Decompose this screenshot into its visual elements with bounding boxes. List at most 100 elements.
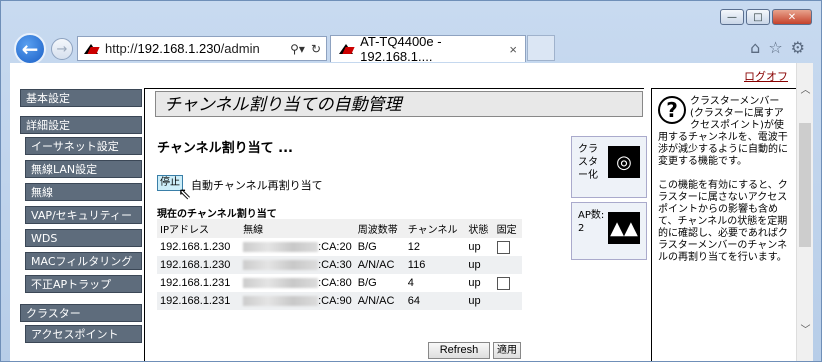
cell-fixed xyxy=(494,274,522,292)
arrow-right-icon: → xyxy=(56,41,68,57)
close-window-button[interactable]: ✕ xyxy=(772,9,812,25)
redacted-mac xyxy=(243,242,319,253)
tab-title: AT-TQ4400e - 192.168.1.... xyxy=(360,34,442,64)
col-fixed: 固定 xyxy=(493,219,522,238)
cell-status: up xyxy=(465,256,494,274)
sidebar-cluster[interactable]: クラスター xyxy=(20,304,142,322)
cluster-label: クラスター化 xyxy=(578,144,598,181)
page-title: チャンネル割り当ての自動管理 xyxy=(155,91,643,117)
ap-count-card: AP数: 2 ▲▲ xyxy=(571,202,647,260)
search-icon[interactable]: ⚲▾ xyxy=(290,42,305,56)
section-heading: チャンネル割り当て ... xyxy=(157,141,293,156)
new-tab-button[interactable] xyxy=(527,35,555,61)
page-content: ログオフ 基本設定 詳細設定 イーサネット設定 無線LAN設定 無線 VAP/セ… xyxy=(10,63,796,361)
cell-band: B/G xyxy=(357,241,377,253)
col-status: 状態 xyxy=(465,219,494,238)
sidebar-item-wireless[interactable]: 無線 xyxy=(25,183,142,201)
table-row: 192.168.1.230 :CA:20 B/G 12 up xyxy=(157,238,522,256)
mouse-cursor-icon: ⇖ xyxy=(178,184,192,203)
site-logo-icon xyxy=(339,44,354,54)
refresh-icon[interactable]: ↻ xyxy=(311,42,321,56)
cell-band: A/N/AC xyxy=(354,256,405,274)
cell-channel: 116 xyxy=(404,256,466,274)
ap-count-label: AP数: 2 xyxy=(578,210,605,234)
favorites-star-icon[interactable]: ☆ xyxy=(768,38,782,57)
sidebar-item-mac-filter[interactable]: MACフィルタリング xyxy=(25,252,142,270)
window-controls: — □ ✕ xyxy=(720,9,812,25)
site-logo-icon xyxy=(84,43,100,54)
sidebar-item-rogue-ap[interactable]: 不正APトラップ xyxy=(25,275,142,293)
help-question-icon: ? xyxy=(658,96,686,124)
forward-button[interactable]: → xyxy=(51,38,73,60)
current-assignment-heading: 現在のチャンネル割り当て xyxy=(157,209,277,220)
table-row: 192.168.1.231 :CA:80 B/G 4 up xyxy=(157,274,522,292)
cell-radio: :CA:80 xyxy=(240,274,355,292)
logout-link[interactable]: ログオフ xyxy=(744,68,788,84)
fixed-checkbox[interactable] xyxy=(496,276,510,290)
cell-fixed xyxy=(493,292,522,310)
channel-table: IPアドレス 無線 周波数帯 チャンネル 状態 固定 192.168.1.230… xyxy=(157,219,522,310)
cell-channel: 4 xyxy=(407,277,414,289)
cell-band: B/G xyxy=(357,277,377,289)
browser-window: — □ ✕ ← → http://192.168.1.230/admin ⚲▾ … xyxy=(0,0,822,362)
browser-tab[interactable]: AT-TQ4400e - 192.168.1.... × xyxy=(330,34,526,64)
cell-ip: 192.168.1.231 xyxy=(160,277,231,289)
address-url: http://192.168.1.230/admin xyxy=(105,41,260,56)
cell-fixed xyxy=(493,256,522,274)
auto-reassign-label: 自動チャンネル再割り当て xyxy=(191,179,323,192)
scroll-up-icon[interactable]: ︿ xyxy=(797,81,814,98)
help-text-2: この機能を有効にすると、クラスターに属さないアクセスポイントからの影響も含めて、… xyxy=(658,180,788,263)
col-radio: 無線 xyxy=(240,219,355,238)
cell-ip: 192.168.1.231 xyxy=(157,292,241,310)
toolbar-icons: ⌂ ☆ ⚙ xyxy=(750,38,805,57)
scroll-thumb[interactable] xyxy=(799,123,811,247)
minimize-button[interactable]: — xyxy=(720,9,744,25)
col-ip: IPアドレス xyxy=(157,219,241,238)
sidebar-item-wds[interactable]: WDS xyxy=(25,229,142,247)
sidebar-detail-settings[interactable]: 詳細設定 xyxy=(20,116,142,134)
sidebar-item-access-point[interactable]: アクセスポイント xyxy=(25,325,142,343)
table-row: 192.168.1.231 :CA:90 A/N/AC 64 up xyxy=(157,292,522,310)
cell-band: A/N/AC xyxy=(354,292,405,310)
vertical-scrollbar[interactable]: ︿ ﹀ xyxy=(796,63,813,361)
sidebar: 基本設定 詳細設定 イーサネット設定 無線LAN設定 無線 VAP/セキュリティ… xyxy=(20,89,142,348)
fixed-checkbox[interactable] xyxy=(496,240,510,254)
cell-radio: :CA:90 xyxy=(240,292,355,310)
cell-status: up xyxy=(465,292,494,310)
col-band: 周波数帯 xyxy=(354,219,405,238)
ap-count-value: 2 xyxy=(578,223,585,234)
cell-fixed xyxy=(494,238,522,256)
sidebar-item-wireless-lan[interactable]: 無線LAN設定 xyxy=(25,160,142,178)
redacted-mac xyxy=(243,278,319,289)
scroll-down-icon[interactable]: ﹀ xyxy=(797,321,814,338)
cell-ip: 192.168.1.230 xyxy=(160,241,231,253)
refresh-button[interactable]: Refresh xyxy=(428,342,490,359)
back-button[interactable]: ← xyxy=(14,33,46,65)
address-bar[interactable]: http://192.168.1.230/admin ⚲▾ ↻ xyxy=(77,36,327,61)
cell-ip: 192.168.1.230 xyxy=(157,256,241,274)
sidebar-item-vap-security[interactable]: VAP/セキュリティー xyxy=(25,206,142,224)
cluster-card: クラスター化 ◎ xyxy=(571,136,647,198)
cell-channel: 64 xyxy=(404,292,466,310)
access-points-icon: ▲▲ xyxy=(608,212,640,244)
col-channel: チャンネル xyxy=(404,219,466,238)
home-icon[interactable]: ⌂ xyxy=(750,38,760,57)
redacted-mac xyxy=(243,296,319,307)
cell-radio: :CA:20 xyxy=(240,238,355,256)
maximize-button[interactable]: □ xyxy=(746,9,770,25)
cell-status: up xyxy=(468,277,481,289)
help-panel: ? クラスターメンバー(クラスターに属すアクセスポイント)が使用するチャンネルを… xyxy=(651,88,796,361)
sidebar-basic-settings[interactable]: 基本設定 xyxy=(20,89,142,107)
cluster-radar-icon: ◎ xyxy=(608,146,640,178)
sidebar-item-ethernet[interactable]: イーサネット設定 xyxy=(25,137,142,155)
apply-button[interactable]: 適用 xyxy=(493,342,521,359)
cell-status: up xyxy=(468,241,481,253)
main-panel: チャンネル割り当ての自動管理 チャンネル割り当て ... 停止 ⇖ 自動チャンネ… xyxy=(144,88,644,361)
cell-radio: :CA:30 xyxy=(240,256,355,274)
settings-gear-icon[interactable]: ⚙ xyxy=(791,38,805,57)
tab-close-icon[interactable]: × xyxy=(509,42,517,57)
cell-channel: 12 xyxy=(407,241,421,253)
arrow-left-icon: ← xyxy=(21,37,39,61)
table-row: 192.168.1.230 :CA:30 A/N/AC 116 up xyxy=(157,256,522,274)
redacted-mac xyxy=(243,260,319,271)
